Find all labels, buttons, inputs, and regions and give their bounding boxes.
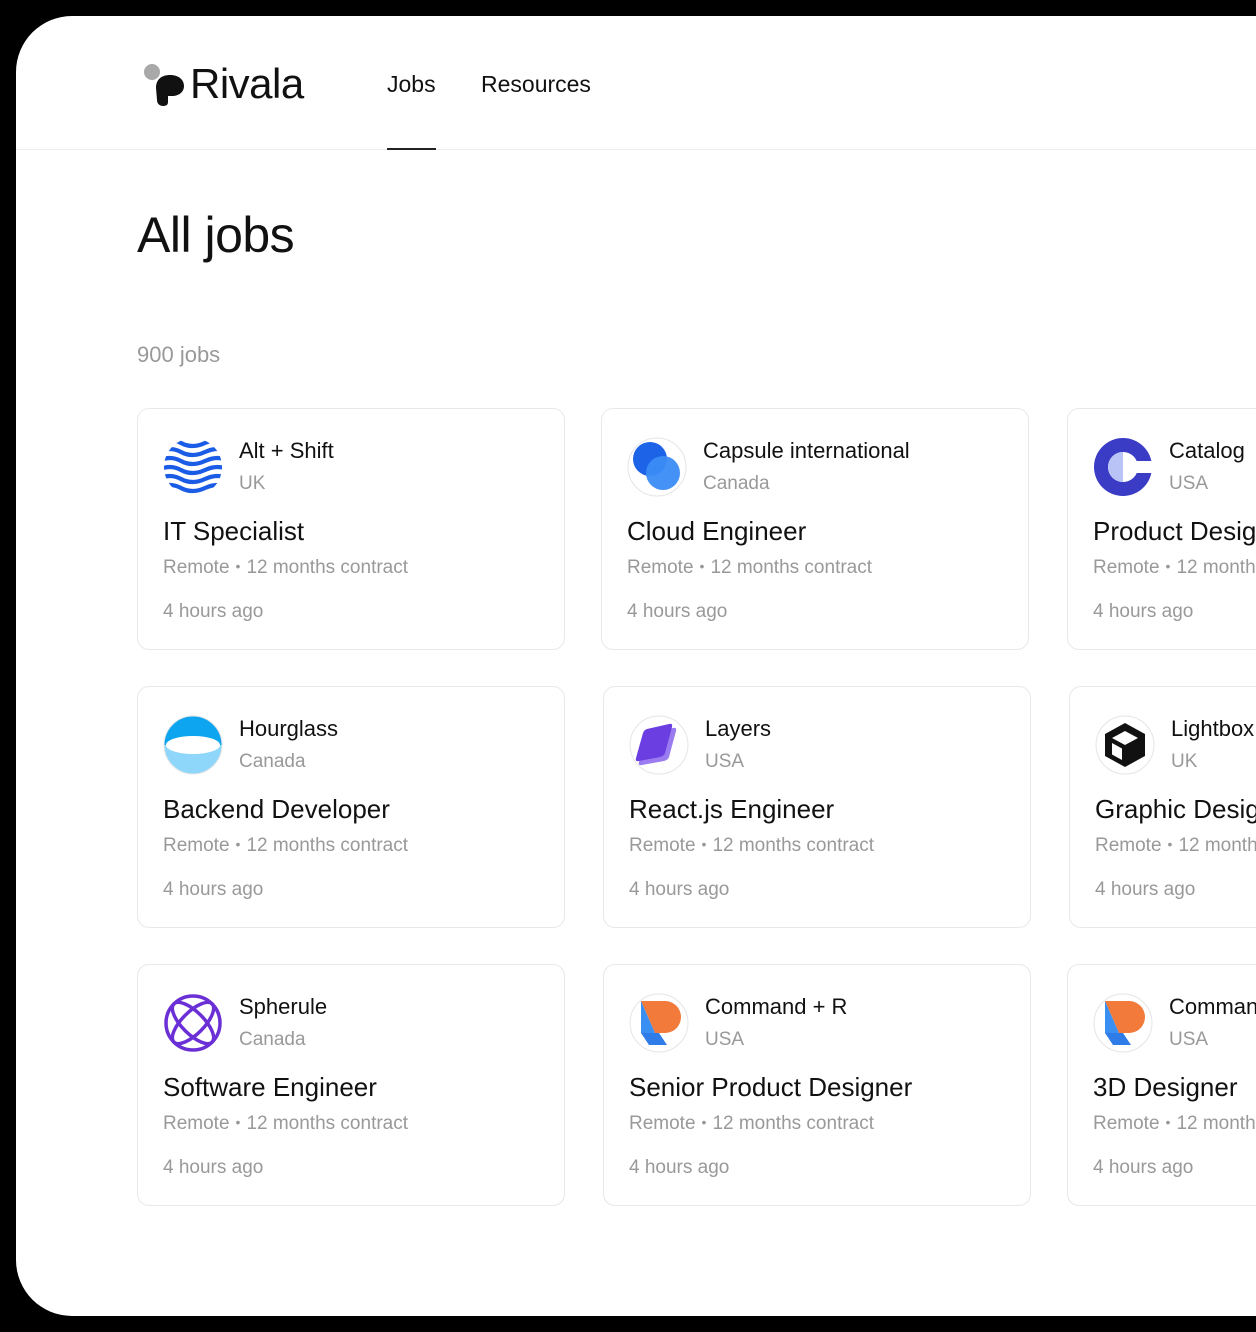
- job-posted-time: 4 hours ago: [629, 1157, 730, 1178]
- job-posted-time: 4 hours ago: [163, 1157, 264, 1178]
- company-name: Hourglass: [239, 716, 339, 741]
- job-title: Software Engineer: [163, 1072, 377, 1102]
- job-meta: Remote • 12 months contract: [163, 1113, 408, 1135]
- hourglass-icon: [163, 715, 223, 775]
- job-meta: Remote • 12 months contract: [627, 557, 872, 579]
- job-posted-time: 4 hours ago: [627, 601, 728, 622]
- company-name: Alt + Shift: [239, 438, 334, 463]
- job-location: Remote: [163, 835, 230, 856]
- brand-name: Rivala: [190, 60, 304, 107]
- company-country: Canada: [703, 473, 770, 494]
- job-meta: Remote • 12 months contract: [629, 835, 874, 857]
- job-location: Remote: [1093, 557, 1160, 578]
- separator-dot: •: [1165, 1114, 1171, 1130]
- job-location: Remote: [627, 557, 694, 578]
- job-posted-time: 4 hours ago: [1093, 1157, 1194, 1178]
- company-country: USA: [705, 751, 745, 772]
- separator-dot: •: [1165, 558, 1171, 574]
- job-contract: 12 months contract: [246, 1113, 409, 1134]
- company-country: UK: [1171, 751, 1198, 772]
- separator-dot: •: [235, 836, 241, 852]
- separator-dot: •: [235, 558, 241, 574]
- company-country: USA: [1169, 473, 1209, 494]
- company-name: Layers: [705, 716, 772, 741]
- job-meta: Remote • 12 months contract: [1095, 835, 1256, 857]
- job-title: Cloud Engineer: [627, 516, 807, 546]
- sphere-icon: [163, 993, 223, 1053]
- job-card[interactable]: Hourglass Canada Backend Developer Remot…: [137, 686, 565, 928]
- job-title: React.js Engineer: [629, 794, 835, 824]
- job-card[interactable]: Alt + Shift UK IT Specialist Remote • 12 m…: [137, 408, 565, 650]
- job-title: Backend Developer: [163, 794, 390, 824]
- job-contract: 12 months contract: [246, 835, 409, 856]
- job-meta: Remote • 12 months contract: [163, 557, 408, 579]
- company-name: Capsule international: [703, 438, 910, 463]
- command-r-icon: [629, 993, 689, 1053]
- app-window: Rivala Jobs Resources All jobs 900 jobs: [16, 16, 1256, 1316]
- job-title: IT Specialist: [163, 516, 305, 546]
- job-contract: 12 months contract: [1176, 1113, 1256, 1134]
- company-name: Command + R: [705, 994, 848, 1019]
- tab-jobs[interactable]: Jobs: [387, 70, 436, 150]
- brand-logo[interactable]: Rivala: [142, 62, 304, 106]
- job-posted-time: 4 hours ago: [1093, 601, 1194, 622]
- job-location: Remote: [629, 835, 696, 856]
- job-meta: Remote • 12 months contract: [629, 1113, 874, 1135]
- job-location: Remote: [629, 1113, 696, 1134]
- overlapping-circles-icon: [627, 437, 687, 497]
- job-posted-time: 4 hours ago: [1095, 879, 1196, 900]
- job-count: 900 jobs: [137, 342, 221, 367]
- company-country: Canada: [239, 751, 306, 772]
- job-title: 3D Designer: [1093, 1072, 1238, 1102]
- job-contract: 12 months contract: [710, 557, 873, 578]
- job-contract: 12 months contract: [712, 1113, 875, 1134]
- company-country: Canada: [239, 1029, 306, 1050]
- rivala-logo-icon: [142, 62, 188, 106]
- tab-resources[interactable]: Resources: [481, 70, 591, 98]
- job-contract: 12 months contract: [712, 835, 875, 856]
- job-location: Remote: [163, 1113, 230, 1134]
- page-title: All jobs: [137, 207, 295, 263]
- job-title: Graphic Designer: [1095, 794, 1256, 824]
- job-title: Product Designer: [1093, 516, 1256, 546]
- job-posted-time: 4 hours ago: [163, 879, 264, 900]
- company-name: Lightbox: [1171, 716, 1255, 741]
- separator-dot: •: [1167, 836, 1173, 852]
- separator-dot: •: [701, 1114, 707, 1130]
- job-card[interactable]: Spherule Canada Software Engineer Remote…: [137, 964, 565, 1206]
- company-name: Spherule: [239, 994, 328, 1019]
- top-navigation: Rivala Jobs Resources: [16, 16, 1256, 150]
- job-meta: Remote • 12 months contract: [1093, 557, 1256, 579]
- company-name: Command + R: [1169, 994, 1256, 1019]
- separator-dot: •: [699, 558, 705, 574]
- company-country: USA: [705, 1029, 745, 1050]
- job-card[interactable]: Catalog USA Product Designer Remote • 12 m…: [1067, 408, 1256, 650]
- job-posted-time: 4 hours ago: [163, 601, 264, 622]
- job-card[interactable]: Lightbox UK Graphic Designer Remote • 12 m…: [1069, 686, 1256, 928]
- job-card[interactable]: Command + R USA 3D Designer Remote • 12 mo…: [1067, 964, 1256, 1206]
- company-country: UK: [239, 473, 266, 494]
- job-location: Remote: [1095, 835, 1162, 856]
- command-r-icon: [1093, 993, 1153, 1053]
- job-card[interactable]: Layers USA React.js Engineer Remote • 12 m…: [603, 686, 1031, 928]
- layers-icon: [629, 715, 689, 775]
- job-location: Remote: [163, 557, 230, 578]
- job-contract: 12 months contract: [1176, 557, 1256, 578]
- cube-icon: [1095, 715, 1155, 775]
- job-contract: 12 months contract: [1178, 835, 1256, 856]
- company-country: USA: [1169, 1029, 1209, 1050]
- job-title: Senior Product Designer: [629, 1072, 913, 1102]
- letter-c-icon: [1093, 437, 1154, 497]
- job-contract: 12 months contract: [246, 557, 409, 578]
- separator-dot: •: [235, 1114, 241, 1130]
- job-card[interactable]: Command + R USA Senior Product Designer …: [603, 964, 1031, 1206]
- company-name: Catalog: [1169, 438, 1245, 463]
- waves-icon: [163, 437, 223, 497]
- job-meta: Remote • 12 months contract: [163, 835, 408, 857]
- job-card[interactable]: Capsule international Canada Cloud Engin…: [601, 408, 1029, 650]
- job-meta: Remote • 12 months contract: [1093, 1113, 1256, 1135]
- separator-dot: •: [701, 836, 707, 852]
- job-location: Remote: [1093, 1113, 1160, 1134]
- job-posted-time: 4 hours ago: [629, 879, 730, 900]
